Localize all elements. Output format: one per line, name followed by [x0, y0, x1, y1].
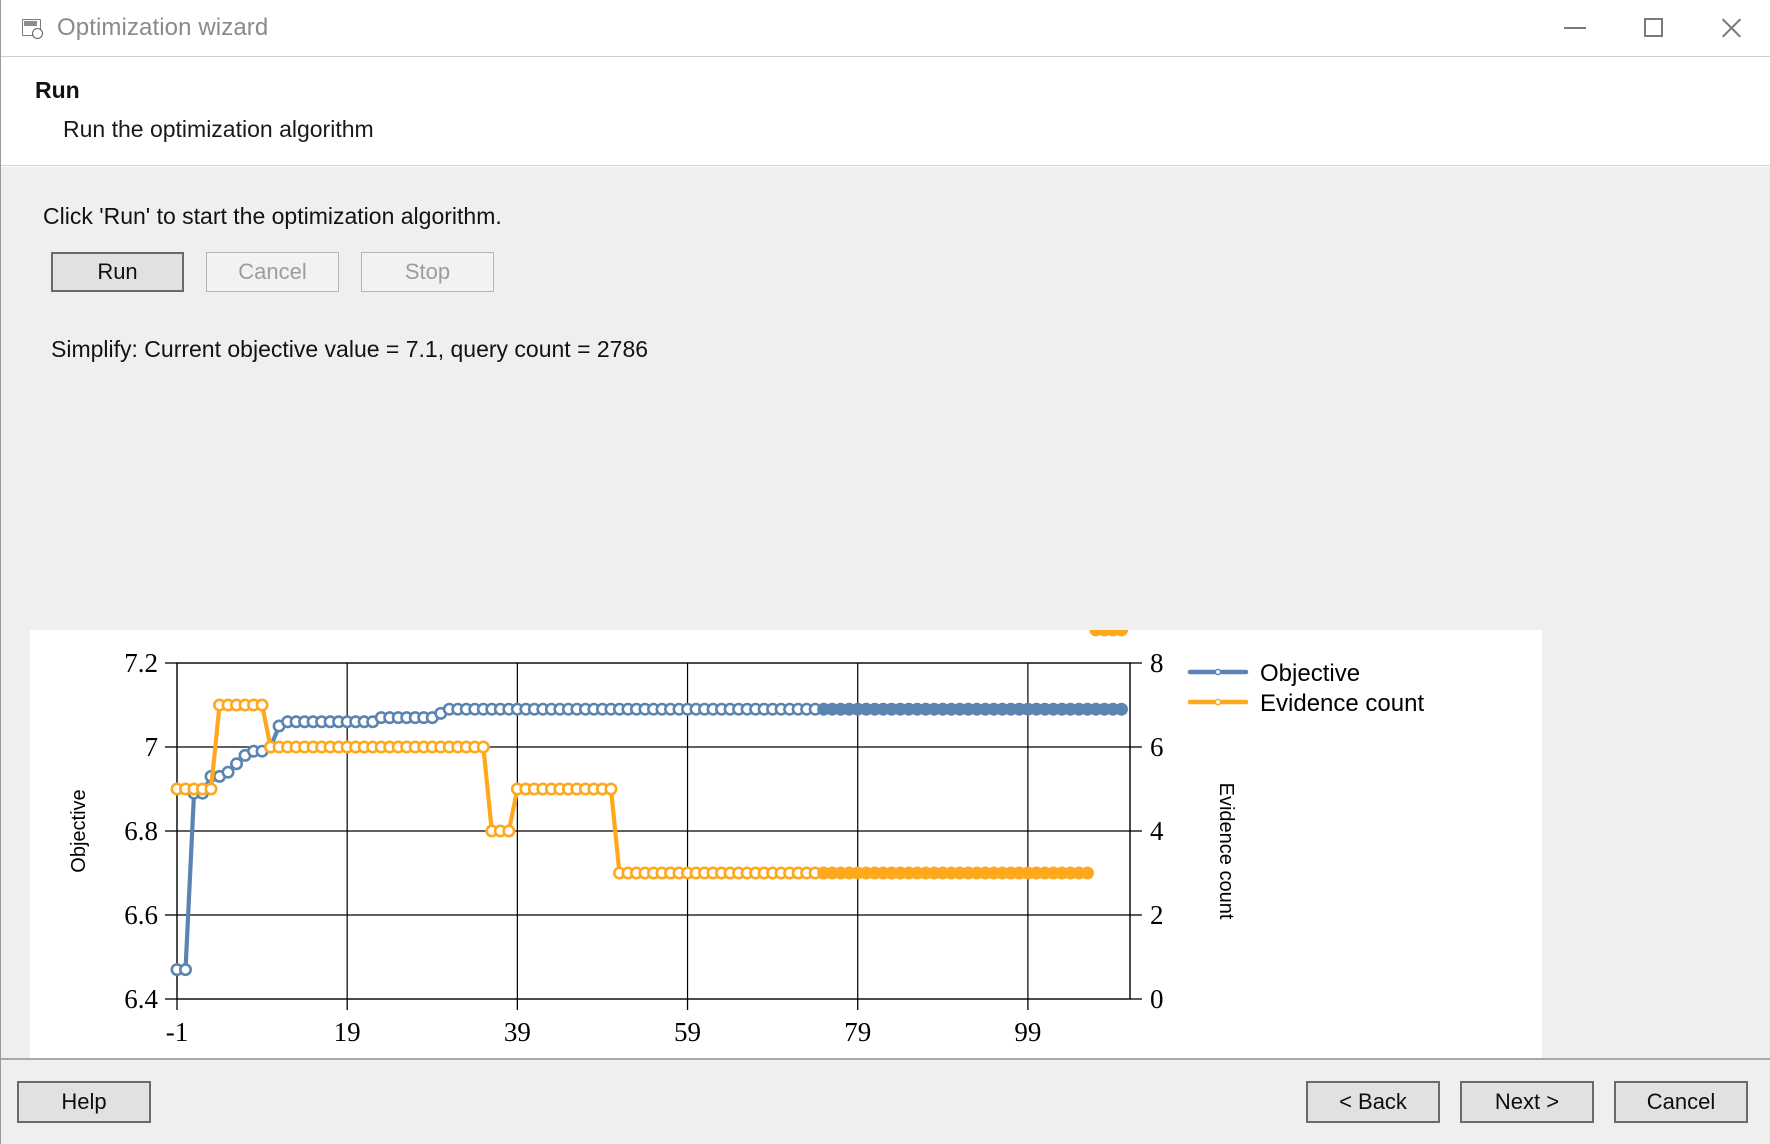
run-button[interactable]: Run — [51, 252, 184, 292]
svg-text:6.8: 6.8 — [124, 816, 158, 846]
optimization-chart: 6.46.66.877.202468-11939597999ProgressOb… — [30, 630, 1542, 1087]
wizard-footer: Help < Back Next > Cancel — [1, 1058, 1770, 1144]
optimization-chart-panel: 6.46.66.877.202468-11939597999ProgressOb… — [30, 630, 1542, 1087]
svg-text:Objective: Objective — [68, 789, 90, 872]
svg-text:-1: -1 — [166, 1017, 189, 1047]
svg-text:7.2: 7.2 — [124, 648, 158, 678]
stop-button[interactable]: Stop — [361, 252, 494, 292]
close-button[interactable] — [1692, 0, 1770, 55]
wizard-icon — [21, 17, 43, 39]
svg-text:8: 8 — [1150, 648, 1164, 678]
nav-button-group: < Back Next > Cancel — [1306, 1081, 1748, 1123]
optimization-wizard-window: Optimization wizard Run Run the optimiza… — [0, 0, 1770, 1144]
maximize-icon — [1644, 18, 1663, 37]
instruction-text: Click 'Run' to start the optimization al… — [43, 203, 1770, 230]
maximize-button[interactable] — [1614, 0, 1692, 55]
minimize-button[interactable] — [1536, 0, 1614, 55]
svg-text:4: 4 — [1150, 816, 1164, 846]
svg-text:Objective: Objective — [1260, 660, 1360, 687]
cancel-button[interactable]: Cancel — [1614, 1081, 1748, 1123]
page-title: Run — [35, 77, 1770, 104]
cancel-run-button[interactable]: Cancel — [206, 252, 339, 292]
svg-text:0: 0 — [1150, 984, 1164, 1014]
svg-text:6.4: 6.4 — [124, 984, 158, 1014]
svg-text:19: 19 — [334, 1017, 361, 1047]
svg-text:Evidence count: Evidence count — [1215, 783, 1237, 920]
close-icon — [1719, 16, 1743, 40]
svg-text:Evidence count: Evidence count — [1260, 690, 1424, 717]
window-controls — [1536, 0, 1770, 55]
svg-text:39: 39 — [504, 1017, 531, 1047]
action-button-row: Run Cancel Stop — [51, 252, 1770, 292]
svg-text:99: 99 — [1014, 1017, 1041, 1047]
back-button[interactable]: < Back — [1306, 1081, 1440, 1123]
help-button[interactable]: Help — [17, 1081, 151, 1123]
svg-text:59: 59 — [674, 1017, 701, 1047]
window-title: Optimization wizard — [57, 14, 268, 42]
wizard-body: Click 'Run' to start the optimization al… — [1, 166, 1770, 1058]
status-text: Simplify: Current objective value = 7.1,… — [51, 336, 1770, 363]
svg-text:6.6: 6.6 — [124, 900, 158, 930]
page-header: Run Run the optimization algorithm — [1, 57, 1770, 166]
svg-text:79: 79 — [844, 1017, 871, 1047]
title-bar: Optimization wizard — [1, 0, 1770, 57]
next-button[interactable]: Next > — [1460, 1081, 1594, 1123]
minimize-icon — [1564, 27, 1586, 29]
page-subtitle: Run the optimization algorithm — [63, 116, 1770, 143]
svg-text:6: 6 — [1150, 732, 1164, 762]
svg-text:7: 7 — [145, 732, 159, 762]
svg-text:2: 2 — [1150, 900, 1164, 930]
